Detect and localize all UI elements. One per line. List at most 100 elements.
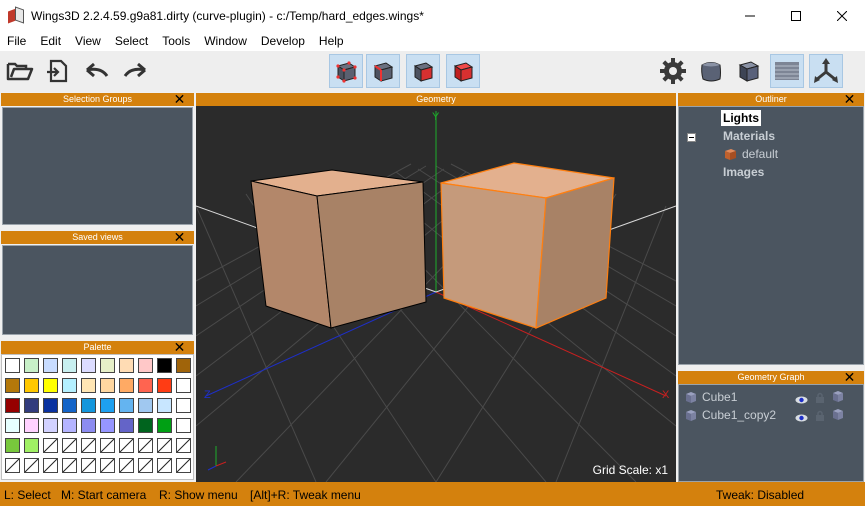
palette-swatch[interactable] — [100, 378, 115, 393]
collapse-icon[interactable] — [687, 133, 696, 142]
palette-swatch[interactable] — [5, 378, 20, 393]
close-icon[interactable]: ✕ — [173, 92, 186, 106]
scene-canvas[interactable]: Y Z X — [196, 106, 676, 482]
palette-swatch[interactable] — [5, 358, 20, 373]
palette-swatch[interactable] — [81, 398, 96, 413]
outliner-materials[interactable]: Materials — [723, 129, 775, 143]
geometry-viewport[interactable]: Y Z X Grid Scale: x1 — [196, 106, 676, 482]
palette-swatch[interactable] — [119, 438, 134, 453]
outliner-tree[interactable]: Lights Materials default Images — [678, 106, 864, 365]
vertex-mode-icon[interactable] — [329, 54, 363, 88]
palette-swatch[interactable] — [43, 418, 58, 433]
palette-swatch[interactable] — [138, 358, 153, 373]
palette-swatch[interactable] — [81, 438, 96, 453]
palette-swatch[interactable] — [81, 378, 96, 393]
palette-swatch[interactable] — [100, 458, 115, 473]
palette-swatch[interactable] — [5, 398, 20, 413]
saved-views-list[interactable] — [2, 245, 193, 335]
palette-swatch[interactable] — [43, 438, 58, 453]
palette-swatch[interactable] — [43, 398, 58, 413]
palette-swatch[interactable] — [81, 458, 96, 473]
undo-icon[interactable] — [80, 54, 114, 88]
lock-icon[interactable] — [815, 409, 825, 427]
redo-icon[interactable] — [118, 54, 152, 88]
close-button[interactable] — [819, 0, 865, 31]
palette-swatch[interactable] — [138, 418, 153, 433]
lock-icon[interactable] — [815, 391, 825, 409]
axes-icon[interactable] — [809, 54, 843, 88]
menu-edit[interactable]: Edit — [33, 31, 68, 51]
close-icon[interactable]: ✕ — [173, 340, 186, 354]
menu-file[interactable]: File — [0, 31, 33, 51]
close-icon[interactable]: ✕ — [843, 370, 856, 384]
palette-swatch[interactable] — [119, 458, 134, 473]
palette-swatch[interactable] — [157, 378, 172, 393]
palette-swatch[interactable] — [81, 418, 96, 433]
ground-plane-icon[interactable] — [770, 54, 804, 88]
palette-swatch[interactable] — [176, 398, 191, 413]
wireframe-cube-icon[interactable] — [832, 408, 844, 426]
menu-select[interactable]: Select — [108, 31, 155, 51]
palette-swatch[interactable] — [176, 418, 191, 433]
maximize-button[interactable] — [773, 0, 819, 31]
flat-cube-icon[interactable] — [732, 54, 766, 88]
menu-help[interactable]: Help — [312, 31, 351, 51]
palette-swatch[interactable] — [138, 378, 153, 393]
palette-swatch[interactable] — [176, 438, 191, 453]
palette-swatch[interactable] — [157, 438, 172, 453]
open-folder-icon[interactable] — [3, 54, 37, 88]
palette-swatch[interactable] — [157, 358, 172, 373]
palette-swatch[interactable] — [157, 418, 172, 433]
outliner-default-material[interactable]: default — [742, 147, 778, 161]
palette-swatch[interactable] — [119, 418, 134, 433]
face-mode-icon[interactable] — [406, 54, 440, 88]
palette-swatch[interactable] — [43, 378, 58, 393]
palette-swatch[interactable] — [157, 458, 172, 473]
palette-swatch[interactable] — [157, 398, 172, 413]
close-icon[interactable]: ✕ — [173, 230, 186, 244]
palette-swatch[interactable] — [24, 358, 39, 373]
palette-swatch[interactable] — [100, 438, 115, 453]
list-item[interactable]: Cube1 — [685, 390, 737, 404]
palette-swatch[interactable] — [62, 358, 77, 373]
palette-swatch[interactable] — [5, 458, 20, 473]
palette-swatch[interactable] — [138, 458, 153, 473]
import-icon[interactable] — [40, 54, 74, 88]
palette-swatch[interactable] — [119, 378, 134, 393]
palette-swatch[interactable] — [24, 418, 39, 433]
minimize-button[interactable] — [727, 0, 773, 31]
palette-swatch[interactable] — [62, 418, 77, 433]
selection-groups-list[interactable] — [2, 107, 193, 225]
palette-swatch[interactable] — [24, 438, 39, 453]
smooth-cube-icon[interactable] — [694, 54, 728, 88]
palette-swatch[interactable] — [43, 358, 58, 373]
palette-swatch[interactable] — [62, 438, 77, 453]
palette-swatch[interactable] — [81, 358, 96, 373]
outliner-images[interactable]: Images — [723, 165, 764, 179]
palette-swatch[interactable] — [176, 458, 191, 473]
palette-swatch[interactable] — [5, 418, 20, 433]
palette-swatch[interactable] — [24, 398, 39, 413]
palette-swatch[interactable] — [100, 418, 115, 433]
cube1-copy2[interactable] — [440, 162, 615, 329]
menu-develop[interactable]: Develop — [254, 31, 312, 51]
palette-swatch[interactable] — [62, 398, 77, 413]
wireframe-cube-icon[interactable] — [832, 390, 844, 408]
close-icon[interactable]: ✕ — [843, 92, 856, 106]
cube1[interactable] — [250, 169, 427, 329]
edge-mode-icon[interactable] — [366, 54, 400, 88]
palette-swatch[interactable] — [176, 358, 191, 373]
palette-swatch[interactable] — [100, 358, 115, 373]
palette-swatch[interactable] — [119, 358, 134, 373]
eye-icon[interactable] — [795, 392, 808, 410]
palette-swatch[interactable] — [119, 398, 134, 413]
gear-icon[interactable] — [656, 54, 690, 88]
outliner-lights[interactable]: Lights — [721, 110, 761, 126]
palette-swatch[interactable] — [43, 458, 58, 473]
palette-swatch[interactable] — [62, 378, 77, 393]
palette-swatch[interactable] — [24, 378, 39, 393]
menu-window[interactable]: Window — [197, 31, 254, 51]
geometry-graph-list[interactable]: Cube1 Cube1_copy2 — [678, 384, 864, 482]
list-item[interactable]: Cube1_copy2 — [685, 408, 776, 422]
body-mode-icon[interactable] — [446, 54, 480, 88]
